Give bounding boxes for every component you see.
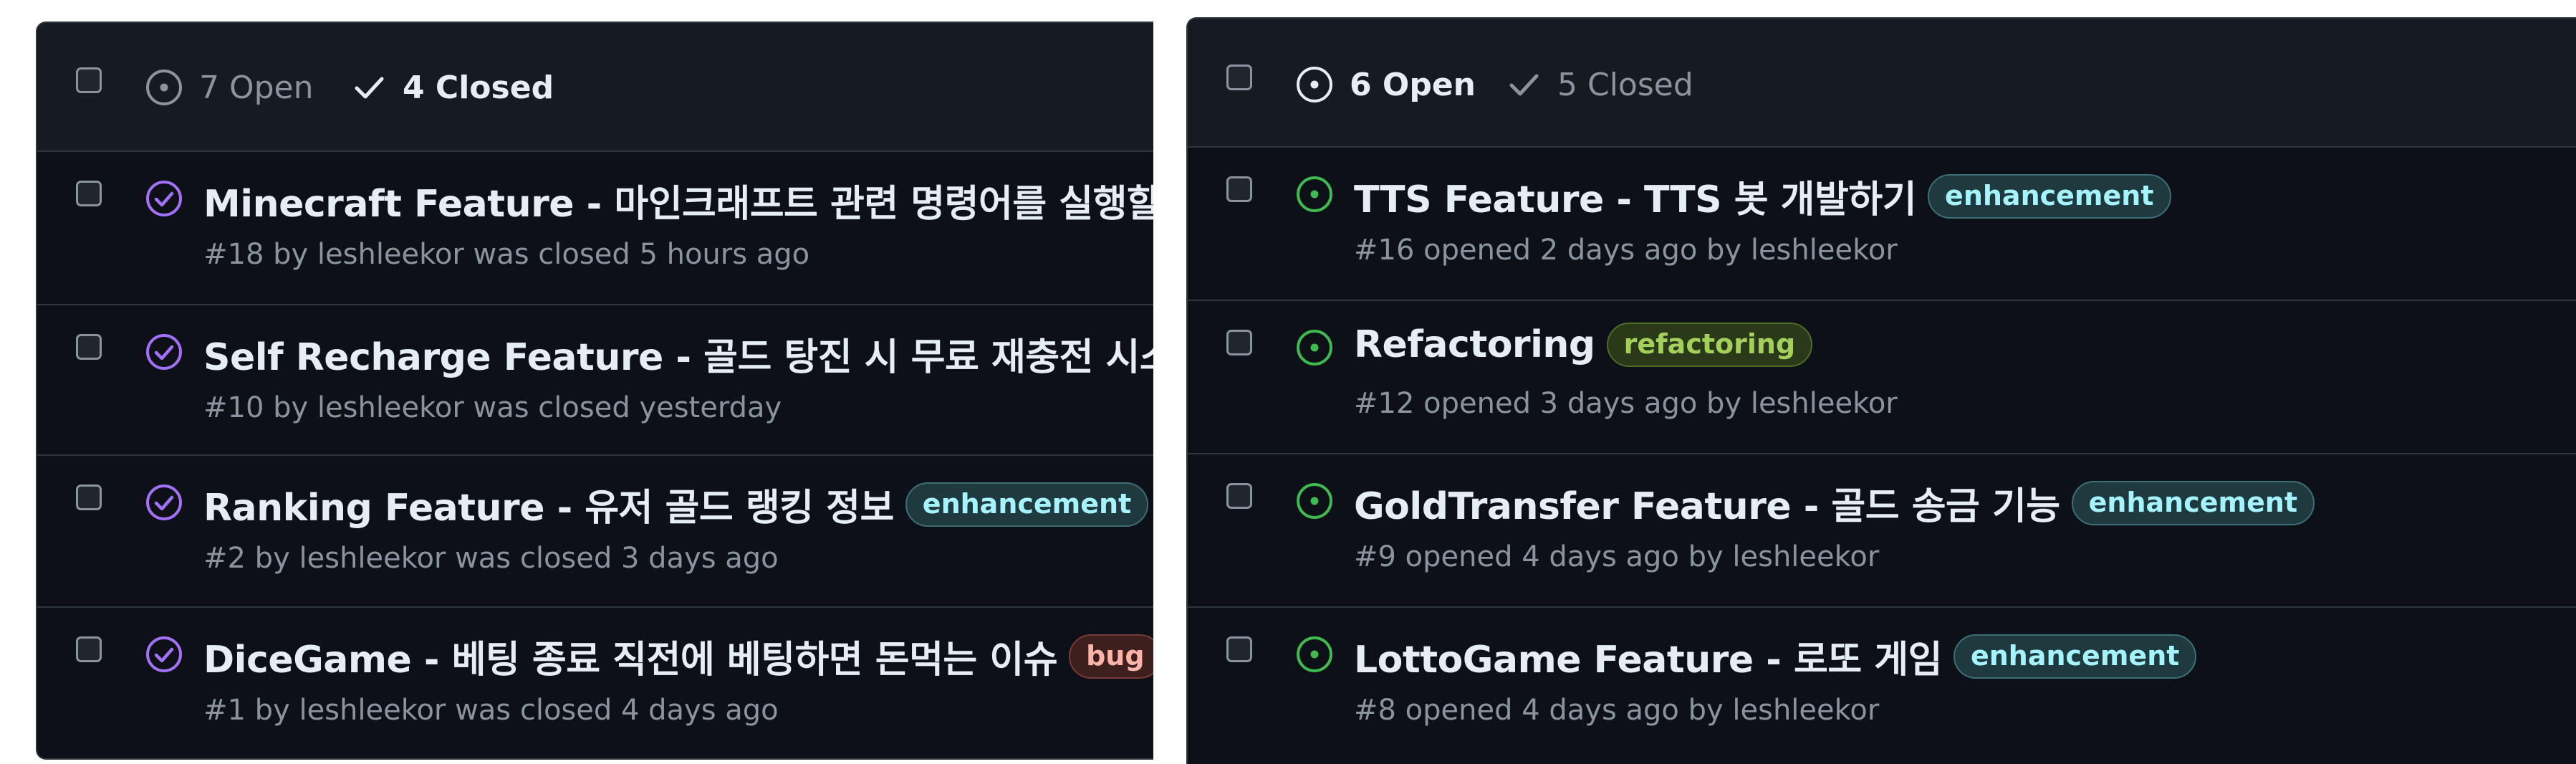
closed-count-label: 4 Closed (403, 69, 554, 106)
issue-row[interactable]: Ranking Feature - 유저 골드 랭킹 정보 enhancemen… (37, 456, 1153, 608)
issues-list-header: 7 Open 4 Closed (37, 23, 1153, 152)
open-issue-icon (1297, 67, 1332, 102)
issue-title-link[interactable]: Ranking Feature - 유저 골드 랭킹 정보 (203, 477, 894, 531)
issue-checkbox[interactable] (76, 181, 102, 206)
open-count-label: 6 Open (1350, 66, 1476, 103)
issue-checkbox[interactable] (1226, 330, 1252, 355)
issue-title-link[interactable]: Refactoring (1354, 323, 1595, 366)
issue-title-link[interactable]: DiceGame - 베팅 종료 직전에 베팅하면 돈먹는 이슈 (203, 629, 1058, 683)
enhancement-label[interactable]: enhancement (1928, 173, 2171, 219)
enhancement-label[interactable]: enhancement (1953, 634, 2197, 679)
open-count-label: 7 Open (199, 69, 314, 106)
issue-meta: #12 opened 3 days ago by leshleekor (1354, 387, 1898, 420)
issue-row[interactable]: Minecraft Feature - 마인크래프트 관련 명령어를 실행할 수… (37, 152, 1153, 305)
issue-meta: #8 opened 4 days ago by leshleekor (1354, 694, 1880, 727)
issue-title-link[interactable]: Minecraft Feature - 마인크래프트 관련 명령어를 실행할 수… (203, 173, 1153, 227)
issue-title-link[interactable]: Self Recharge Feature - 골드 탕진 시 무료 재충전 시… (203, 327, 1153, 381)
open-issue-icon (1297, 636, 1332, 672)
issue-checkbox[interactable] (1226, 176, 1252, 202)
enhancement-label[interactable]: enhancement (905, 482, 1149, 527)
select-all-checkbox[interactable] (76, 67, 102, 93)
open-issue-icon (1297, 330, 1332, 366)
issue-checkbox[interactable] (76, 484, 102, 510)
issue-checkbox[interactable] (76, 334, 102, 360)
open-issue-icon (146, 70, 182, 105)
issues-panel-closed: 7 Open 4 Closed Minecraft Feature - 마인크래… (36, 22, 1153, 760)
closed-issue-icon (146, 334, 182, 370)
open-issues-tab[interactable]: 6 Open (1295, 63, 1476, 106)
issue-checkbox[interactable] (76, 636, 102, 662)
issue-checkbox[interactable] (1226, 483, 1252, 509)
closed-issue-icon (146, 484, 182, 520)
refactoring-label[interactable]: refactoring (1606, 323, 1813, 367)
closed-count-label: 5 Closed (1557, 66, 1693, 103)
select-all-checkbox[interactable] (1226, 65, 1252, 90)
issue-row[interactable]: GoldTransfer Feature - 골드 송금 기능 enhancem… (1188, 454, 2576, 608)
closed-issue-icon (146, 181, 182, 216)
closed-issues-tab[interactable]: 5 Closed (1506, 63, 1693, 106)
check-icon (355, 77, 384, 99)
issue-row[interactable]: TTS Feature - TTS 봇 개발하기 enhancement #16… (1188, 148, 2576, 301)
issue-row[interactable]: LottoGame Feature - 로또 게임 enhancement #8… (1188, 608, 2576, 764)
issue-meta: #10 by leshleekor was closed yesterday (203, 391, 782, 424)
issue-title-link[interactable]: TTS Feature - TTS 봇 개발하기 (1354, 169, 1917, 223)
open-issue-icon (1297, 483, 1332, 519)
check-icon (1509, 74, 1539, 96)
issue-row[interactable]: DiceGame - 베팅 종료 직전에 베팅하면 돈먹는 이슈 bug #1 … (37, 608, 1153, 758)
issue-meta: #9 opened 4 days ago by leshleekor (1354, 540, 1880, 573)
issue-row[interactable]: Self Recharge Feature - 골드 탕진 시 무료 재충전 시… (37, 305, 1153, 456)
closed-issue-icon (146, 636, 182, 672)
open-issues-tab[interactable]: 7 Open (145, 66, 314, 109)
issue-title-link[interactable]: GoldTransfer Feature - 골드 송금 기능 (1354, 476, 2060, 530)
closed-issues-tab[interactable]: 4 Closed (351, 66, 554, 109)
issue-meta: #18 by leshleekor was closed 5 hours ago (203, 238, 810, 271)
issue-title-link[interactable]: LottoGame Feature - 로또 게임 (1354, 629, 1942, 683)
open-issue-icon (1297, 176, 1332, 212)
issues-list-header: 6 Open 5 Closed (1188, 19, 2576, 148)
issues-panel-open: 6 Open 5 Closed TTS Feature - TTS 봇 개발하기… (1186, 17, 2576, 764)
enhancement-label[interactable]: enhancement (2071, 480, 2315, 525)
issue-meta: #1 by leshleekor was closed 4 days ago (203, 694, 779, 727)
issue-meta: #16 opened 2 days ago by leshleekor (1354, 234, 1898, 267)
issue-row[interactable]: Refactoring refactoring #12 opened 3 day… (1188, 301, 2576, 454)
bug-label[interactable]: bug (1069, 634, 1153, 679)
issue-checkbox[interactable] (1226, 636, 1252, 662)
issue-meta: #2 by leshleekor was closed 3 days ago (203, 542, 779, 575)
